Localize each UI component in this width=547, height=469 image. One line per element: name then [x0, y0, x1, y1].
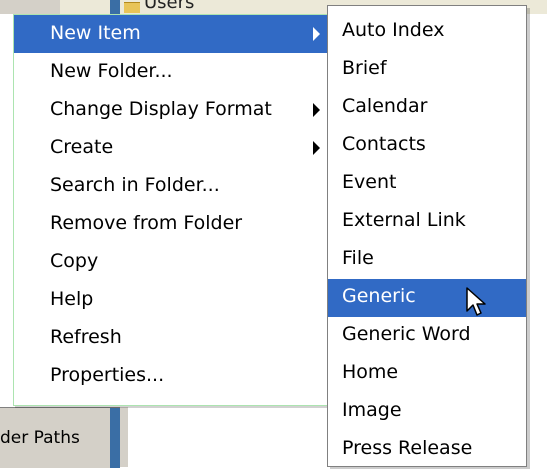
submenu-item-label: Event — [342, 171, 397, 193]
submenu-item-label: External Link — [342, 209, 466, 231]
menu-item-label: Properties... — [50, 364, 165, 386]
menu-item-label: Copy — [50, 250, 99, 272]
menu-item-create[interactable]: Create — [14, 129, 330, 167]
arrow-cursor-icon — [466, 287, 486, 316]
submenu-item-brief[interactable]: Brief — [328, 51, 526, 89]
submenu-item-generic-word[interactable]: Generic Word — [328, 317, 526, 355]
submenu-item-label: Image — [342, 399, 402, 421]
menu-item-copy[interactable]: Copy — [14, 243, 330, 281]
menu-item-label: Help — [50, 288, 94, 310]
menu-item-label: Search in Folder... — [50, 174, 220, 196]
submenu-item-label: Home — [342, 361, 399, 383]
submenu-item-event[interactable]: Event — [328, 165, 526, 203]
submenu-item-label: Calendar — [342, 95, 428, 117]
menu-item-search-in-folder[interactable]: Search in Folder... — [14, 167, 330, 205]
menu-item-remove-from-folder[interactable]: Remove from Folder — [14, 205, 330, 243]
submenu-item-label: Brief — [342, 57, 387, 79]
background-tree-panel: der Paths — [0, 407, 120, 468]
submenu-arrow-icon — [313, 141, 320, 155]
background-divider — [120, 407, 128, 467]
submenu-item-press-release[interactable]: Press Release — [328, 431, 526, 469]
submenu-item-label: Auto Index — [342, 19, 445, 41]
menu-item-label: Create — [50, 136, 114, 158]
submenu-item-label: Generic — [342, 285, 416, 307]
submenu-arrow-icon — [313, 27, 320, 41]
submenu-item-calendar[interactable]: Calendar — [328, 89, 526, 127]
background-selection-bar — [110, 408, 120, 468]
new-item-submenu: Auto Index Brief Calendar Contacts Event… — [327, 5, 527, 467]
submenu-item-external-link[interactable]: External Link — [328, 203, 526, 241]
submenu-item-image[interactable]: Image — [328, 393, 526, 431]
menu-item-new-folder[interactable]: New Folder... — [14, 53, 330, 91]
submenu-item-auto-index[interactable]: Auto Index — [328, 13, 526, 51]
menu-item-label: Refresh — [50, 326, 122, 348]
menu-item-refresh[interactable]: Refresh — [14, 319, 330, 357]
folder-paths-label[interactable]: der Paths — [0, 428, 80, 448]
background-panel — [0, 0, 60, 14]
submenu-item-home[interactable]: Home — [328, 355, 526, 393]
menu-item-change-display-format[interactable]: Change Display Format — [14, 91, 330, 129]
menu-item-label: Remove from Folder — [50, 212, 243, 234]
submenu-arrow-icon — [313, 103, 320, 117]
background-folder-label: Users — [144, 0, 195, 13]
menu-item-label: Change Display Format — [50, 98, 272, 120]
folder-icon — [124, 2, 140, 13]
menu-item-label: New Folder... — [50, 60, 173, 82]
menu-item-help[interactable]: Help — [14, 281, 330, 319]
submenu-item-label: File — [342, 247, 374, 269]
submenu-item-generic[interactable]: Generic — [328, 279, 526, 317]
submenu-item-label: Press Release — [342, 437, 473, 459]
menu-item-new-item[interactable]: New Item — [14, 15, 330, 53]
submenu-item-label: Generic Word — [342, 323, 471, 345]
background-selection-bar — [110, 0, 120, 14]
menu-item-label: New Item — [50, 22, 141, 44]
submenu-item-file[interactable]: File — [328, 241, 526, 279]
submenu-item-contacts[interactable]: Contacts — [328, 127, 526, 165]
menu-item-properties[interactable]: Properties... — [14, 357, 330, 395]
context-menu: New Item New Folder... Change Display Fo… — [13, 14, 331, 406]
submenu-item-label: Contacts — [342, 133, 426, 155]
